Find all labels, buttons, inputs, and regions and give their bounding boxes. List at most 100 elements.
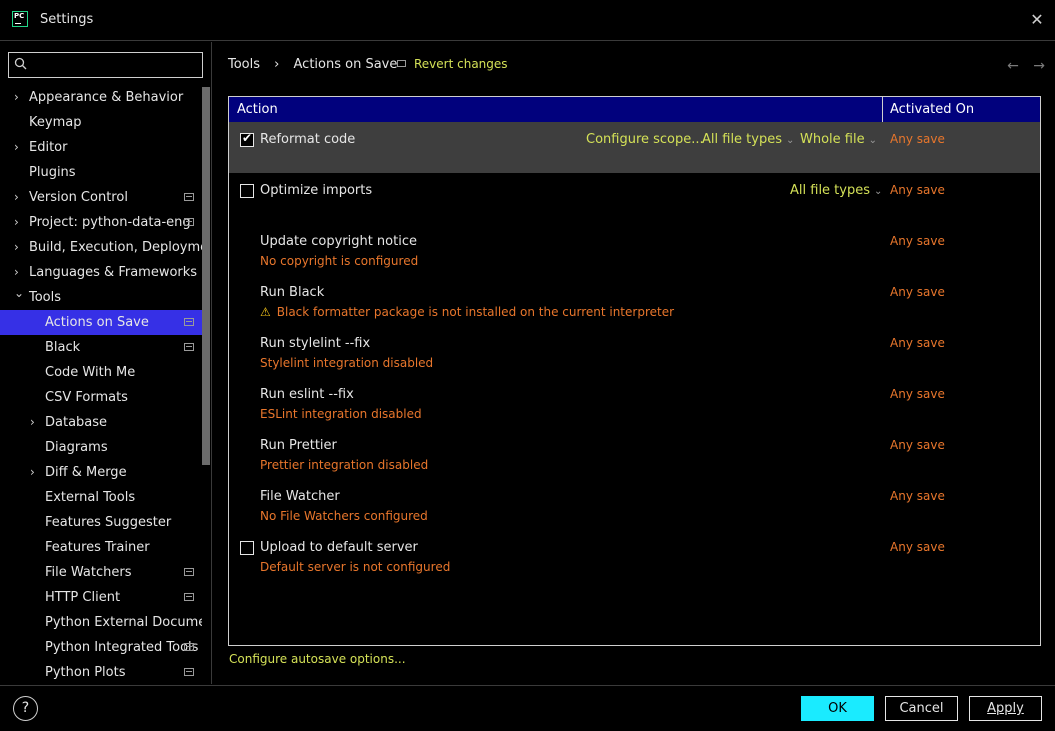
forward-arrow-icon[interactable]: → xyxy=(1033,58,1045,74)
chevron-right-icon[interactable]: › xyxy=(14,260,26,285)
configure-autosave-link[interactable]: Configure autosave options... xyxy=(229,652,406,666)
activated-on-dropdown[interactable]: Any save xyxy=(890,234,945,248)
cancel-button[interactable]: Cancel xyxy=(885,696,958,721)
action-status[interactable]: Prettier integration disabled xyxy=(260,458,428,472)
activated-on-dropdown[interactable]: Any save xyxy=(890,336,945,350)
sidebar-item-features-trainer[interactable]: Features Trainer xyxy=(0,535,202,560)
project-level-icon xyxy=(184,593,194,601)
option-dropdown[interactable]: All file types ⌄ xyxy=(790,183,882,198)
table-row[interactable]: Run stylelint --fix Stylelint integration… xyxy=(229,326,1040,377)
sidebar-item-actions-on-save[interactable]: Actions on Save xyxy=(0,310,202,335)
sidebar-item-label: Tools xyxy=(29,290,62,305)
sidebar-item-file-watchers[interactable]: File Watchers xyxy=(0,560,202,585)
revert-changes-link[interactable]: Revert changes xyxy=(397,57,508,71)
sidebar-item-python-integrated-tools[interactable]: Python Integrated Tools xyxy=(0,635,202,660)
sidebar-item-tools[interactable]: ⌄ Tools xyxy=(0,285,202,310)
activated-on-dropdown[interactable]: Any save xyxy=(890,132,945,146)
sidebar-item-diff-merge[interactable]: › Diff & Merge xyxy=(0,460,202,485)
apply-button[interactable]: Apply xyxy=(969,696,1042,721)
action-status-text: No copyright is configured xyxy=(260,254,419,268)
table-row[interactable]: Upload to default server Default server i… xyxy=(229,530,1040,581)
sidebar-item-editor[interactable]: › Editor xyxy=(0,135,202,160)
table-row[interactable]: Run eslint --fix ESLint integration disab… xyxy=(229,377,1040,428)
chevron-right-icon[interactable]: › xyxy=(14,135,26,160)
table-row[interactable]: Run Black ⚠ Black formatter package is not… xyxy=(229,275,1040,326)
close-icon[interactable]: ✕ xyxy=(1027,10,1047,30)
option-dropdown[interactable]: Whole file ⌄ xyxy=(800,132,877,147)
breadcrumb-separator: › xyxy=(274,57,280,72)
configure-scope-link[interactable]: Configure scope... xyxy=(586,132,704,147)
action-title: Update copyright notice xyxy=(260,234,417,249)
breadcrumb-current: Actions on Save xyxy=(293,57,398,72)
action-status[interactable]: ESLint integration disabled xyxy=(260,407,422,421)
sidebar-item-code-with-me[interactable]: Code With Me xyxy=(0,360,202,385)
activated-on-dropdown[interactable]: Any save xyxy=(890,285,945,299)
sidebar-item-http-client[interactable]: HTTP Client xyxy=(0,585,202,610)
sidebar-item-python-plots[interactable]: Python Plots xyxy=(0,660,202,685)
sidebar-item-features-suggester[interactable]: Features Suggester xyxy=(0,510,202,535)
sidebar-item-plugins[interactable]: Plugins xyxy=(0,160,202,185)
back-arrow-icon[interactable]: ← xyxy=(1007,58,1019,74)
table-row[interactable]: Update copyright notice No copyright is c… xyxy=(229,224,1040,275)
sidebar-item-label: External Tools xyxy=(45,490,136,505)
chevron-right-icon[interactable]: › xyxy=(30,460,42,485)
action-status[interactable]: ⚠ Black formatter package is not installe… xyxy=(260,305,674,319)
search-input[interactable] xyxy=(8,52,203,78)
activated-on-dropdown[interactable]: Any save xyxy=(890,489,945,503)
sidebar-item-project-python-data-eng[interactable]: › Project: python-data-eng xyxy=(0,210,202,235)
table-row[interactable]: File Watcher No File Watchers configured A… xyxy=(229,479,1040,530)
sidebar-item-languages-frameworks[interactable]: › Languages & Frameworks xyxy=(0,260,202,285)
action-status[interactable]: Stylelint integration disabled xyxy=(260,356,433,370)
sidebar-item-build-execution-deploymer[interactable]: › Build, Execution, Deploymer xyxy=(0,235,202,260)
table-row[interactable]: Reformat code Configure scope...All file … xyxy=(229,122,1040,173)
chevron-right-icon[interactable]: › xyxy=(14,85,26,110)
checkbox[interactable] xyxy=(240,184,254,198)
activated-on-dropdown[interactable]: Any save xyxy=(890,438,945,452)
column-header-activated-on[interactable]: Activated On xyxy=(890,102,974,117)
chevron-right-icon[interactable]: › xyxy=(30,410,42,435)
sidebar-item-csv-formats[interactable]: CSV Formats xyxy=(0,385,202,410)
chevron-down-icon[interactable]: ⌄ xyxy=(14,285,26,306)
sidebar-item-database[interactable]: › Database xyxy=(0,410,202,435)
ok-button[interactable]: OK xyxy=(801,696,874,721)
table-row[interactable]: Run Prettier Prettier integration disable… xyxy=(229,428,1040,479)
chevron-right-icon[interactable]: › xyxy=(14,235,26,260)
sidebar-item-label: Database xyxy=(45,415,108,430)
breadcrumb-parent[interactable]: Tools xyxy=(228,57,260,72)
project-level-icon xyxy=(397,60,406,67)
activated-on-dropdown[interactable]: Any save xyxy=(890,540,945,554)
column-header-action[interactable]: Action xyxy=(237,102,278,117)
action-status[interactable]: No copyright is configured xyxy=(260,254,418,268)
checkbox[interactable] xyxy=(240,541,254,555)
action-title: Run stylelint --fix xyxy=(260,336,371,351)
project-level-icon xyxy=(184,568,194,576)
project-level-icon xyxy=(184,643,194,651)
activated-on-dropdown[interactable]: Any save xyxy=(890,387,945,401)
sidebar-item-label: Keymap xyxy=(29,115,82,130)
chevron-right-icon[interactable]: › xyxy=(14,210,26,235)
sidebar-scrollbar[interactable] xyxy=(202,87,210,465)
project-level-icon xyxy=(184,343,194,351)
help-icon[interactable]: ? xyxy=(13,696,38,721)
sidebar-item-diagrams[interactable]: Diagrams xyxy=(0,435,202,460)
sidebar-item-version-control[interactable]: › Version Control xyxy=(0,185,202,210)
option-label: Whole file xyxy=(800,132,865,147)
option-dropdown[interactable]: All file types ⌄ xyxy=(702,132,794,147)
sidebar-item-python-external-document[interactable]: Python External Document xyxy=(0,610,202,635)
sidebar-item-label: CSV Formats xyxy=(45,390,128,405)
checkbox[interactable] xyxy=(240,131,254,147)
action-status[interactable]: No File Watchers configured xyxy=(260,509,428,523)
sidebar-item-label: Plugins xyxy=(29,165,76,180)
chevron-right-icon[interactable]: › xyxy=(14,185,26,210)
sidebar-item-label: Actions on Save xyxy=(45,315,149,330)
chevron-down-icon: ⌄ xyxy=(786,135,795,146)
sidebar-item-appearance-behavior[interactable]: › Appearance & Behavior xyxy=(0,85,202,110)
sidebar-item-black[interactable]: Black xyxy=(0,335,202,360)
table-row[interactable]: Optimize imports All file types ⌄ Any save xyxy=(229,173,1040,224)
sidebar-item-external-tools[interactable]: External Tools xyxy=(0,485,202,510)
sidebar-item-keymap[interactable]: Keymap xyxy=(0,110,202,135)
sidebar-item-label: File Watchers xyxy=(45,565,132,580)
action-status[interactable]: Default server is not configured xyxy=(260,560,450,574)
activated-on-dropdown[interactable]: Any save xyxy=(890,183,945,197)
title-bar: PC Settings ✕ xyxy=(0,0,1055,41)
